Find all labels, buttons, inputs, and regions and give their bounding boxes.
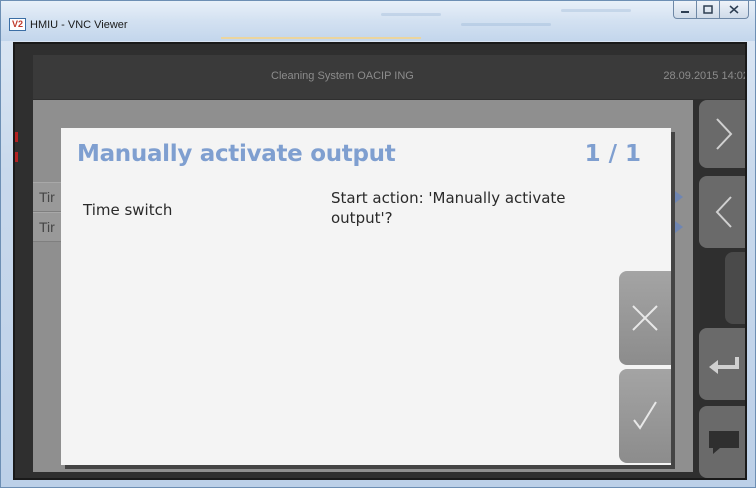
previous-button[interactable] [699, 176, 745, 248]
arrow-right-icon [675, 221, 683, 233]
maximize-button[interactable] [696, 1, 720, 19]
system-name: Cleaning System OACIP ING [271, 70, 414, 82]
title-bar[interactable]: V2 HMIU - VNC Viewer [1, 1, 755, 41]
date-time: 28.09.2015 14:02 [663, 70, 747, 82]
hmi-header: Cleaning System OACIP ING 28.09.2015 14:… [33, 55, 747, 99]
arrow-right-icon [675, 191, 683, 203]
field-label: Time switch [83, 201, 173, 219]
maximize-icon [703, 5, 713, 14]
close-button[interactable] [719, 1, 749, 19]
vnc-app-icon[interactable]: V2 [9, 18, 26, 31]
cancel-button[interactable] [619, 271, 671, 365]
confirm-button[interactable] [619, 369, 671, 463]
window-title: HMIU - VNC Viewer [30, 19, 128, 31]
chevron-right-icon [716, 118, 733, 150]
list-item-label: Tir [39, 189, 55, 205]
page-indicator: 1 / 1 [584, 141, 641, 167]
message-icon [709, 431, 739, 454]
minimize-icon [681, 10, 689, 13]
dialog-title: Manually activate output [77, 141, 396, 167]
message-button[interactable] [699, 406, 745, 478]
vnc-window: V2 HMIU - VNC Viewer Cleaning System OAC… [0, 0, 756, 488]
confirm-dialog: Manually activate output 1 / 1 Time swit… [61, 128, 671, 465]
list-item-label: Tir [39, 219, 55, 235]
back-arrow-icon [709, 357, 739, 374]
chevron-left-icon [715, 196, 732, 228]
remote-screen[interactable]: Cleaning System OACIP ING 28.09.2015 14:… [13, 42, 747, 480]
blank-side-button[interactable] [725, 252, 745, 324]
status-marker [15, 132, 18, 142]
close-icon [729, 5, 739, 14]
minimize-button[interactable] [673, 1, 697, 19]
window-controls [673, 1, 749, 19]
x-icon [632, 305, 658, 331]
back-button[interactable] [699, 328, 745, 400]
title-highlight [221, 37, 421, 39]
status-marker [15, 152, 18, 162]
checkmark-icon [633, 401, 657, 430]
next-button[interactable] [699, 100, 745, 168]
dialog-message: Start action: 'Manually activate output'… [331, 189, 566, 227]
